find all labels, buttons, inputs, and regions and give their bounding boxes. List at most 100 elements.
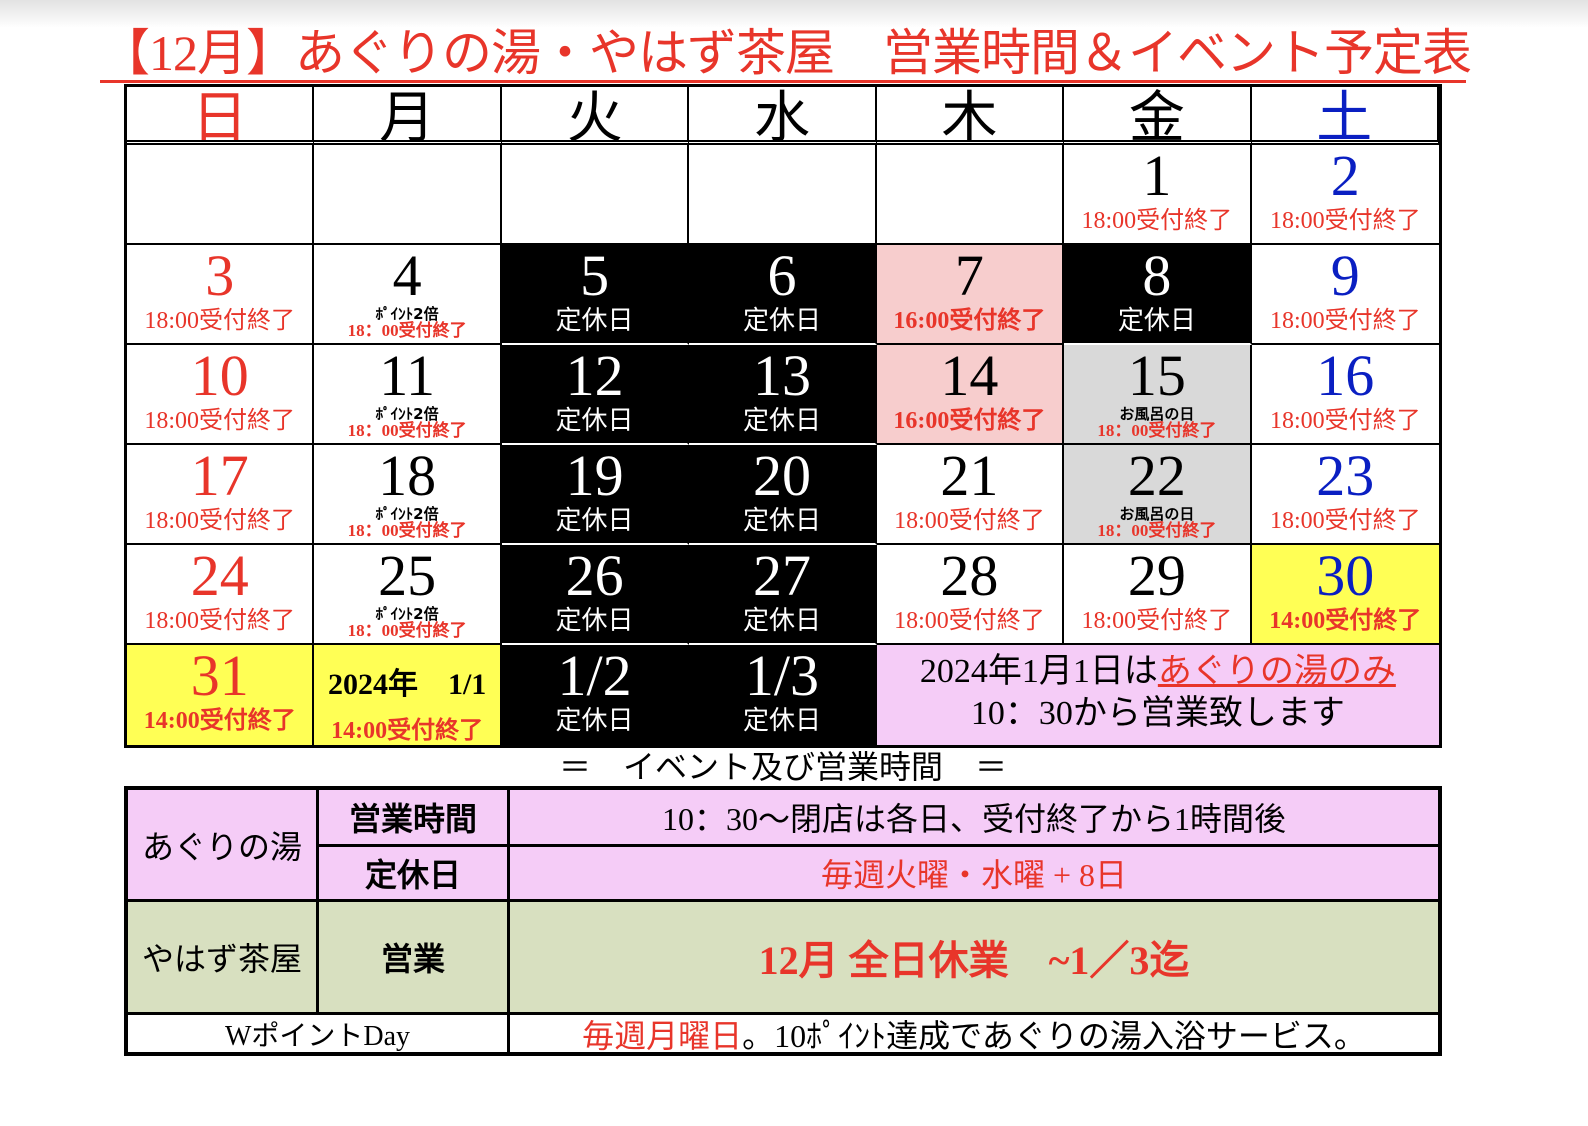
day-cell: 4 ﾎﾟｲﾝﾄ2倍 18：00受付終了 xyxy=(314,245,502,345)
closed-day-label: 定休日 xyxy=(1117,306,1196,335)
day-cell: 16 18:00受付終了 xyxy=(1251,345,1439,445)
day-cell: 23 18:00受付終了 xyxy=(1251,445,1439,545)
day-cell: 13 定休日 xyxy=(689,345,877,445)
reception-end-note: 18:00受付終了 xyxy=(894,608,1045,634)
day-cell: 22 お風呂の日 18：00受付終了 xyxy=(1064,445,1252,545)
day-number: 8 xyxy=(1142,245,1172,308)
weekday-header-mon: 月 xyxy=(314,87,502,145)
day-number: 1/2 xyxy=(557,645,632,708)
day-cell: 1 18:00受付終了 xyxy=(1064,145,1252,245)
event-label: ﾎﾟｲﾝﾄ2倍 xyxy=(375,405,439,423)
weekday-header-sun: 日 xyxy=(127,87,315,145)
day-cell-jan3: 1/3 定休日 xyxy=(689,645,877,745)
reception-end-note: 14:00受付終了 xyxy=(1269,608,1422,634)
day-cell: 21 18:00受付終了 xyxy=(876,445,1065,545)
day-cell: 26 定休日 xyxy=(501,545,690,645)
day-number: 6 xyxy=(767,245,797,308)
event-label: ﾎﾟｲﾝﾄ2倍 xyxy=(375,605,439,623)
event-label: ﾎﾟｲﾝﾄ2倍 xyxy=(375,305,439,323)
business-label: 営業 xyxy=(319,902,507,1012)
day-number: 20 xyxy=(752,445,811,508)
agri-label: あぐりの湯 xyxy=(128,790,316,899)
day-number: 26 xyxy=(565,545,624,608)
closed-day-label: 定休日 xyxy=(555,706,634,735)
day-cell: 27 定休日 xyxy=(689,545,877,645)
closed-day-label: 定休日 xyxy=(742,306,821,335)
weekday-header-fri: 金 xyxy=(1064,87,1252,145)
day-cell: 28 18:00受付終了 xyxy=(876,545,1065,645)
event-label: お風呂の日 xyxy=(1119,405,1195,423)
reception-end-note: 18：00受付終了 xyxy=(347,621,467,640)
reception-end-note: 18:00受付終了 xyxy=(144,608,296,634)
day-cell: 2 18:00受付終了 xyxy=(1251,145,1439,245)
day-number: 10 xyxy=(190,345,249,408)
day-cell xyxy=(876,145,1065,245)
day-cell xyxy=(127,145,315,245)
day-cell: 5 定休日 xyxy=(501,245,690,345)
day-cell: 11 ﾎﾟｲﾝﾄ2倍 18：00受付終了 xyxy=(314,345,502,445)
reception-end-note: 18:00受付終了 xyxy=(1269,308,1421,334)
day-number: 2 xyxy=(1330,145,1360,208)
day-cell: 6 定休日 xyxy=(689,245,877,345)
day-number: 28 xyxy=(940,545,999,608)
new-year-message-line1: 2024年1月1日はあぐりの湯のみ xyxy=(920,651,1396,693)
day-cell: 7 16:00受付終了 xyxy=(876,245,1065,345)
reception-end-note: 18：00受付終了 xyxy=(347,421,467,440)
day-number: 23 xyxy=(1316,445,1375,508)
closed-day-label: 定休日 xyxy=(742,406,821,435)
reception-end-note: 18:00受付終了 xyxy=(1269,208,1421,234)
reception-end-note: 18:00受付終了 xyxy=(144,508,296,534)
day-cell: 20 定休日 xyxy=(689,445,877,545)
closed-day-label: 定休日 xyxy=(742,706,821,735)
day-cell: 3 18:00受付終了 xyxy=(127,245,315,345)
day-cell: 9 18:00受付終了 xyxy=(1251,245,1439,345)
day-number: 27 xyxy=(752,545,811,608)
reception-end-note: 18:00受付終了 xyxy=(1081,208,1233,234)
new-year-message-line2: 10：30から営業致します xyxy=(970,695,1345,732)
day-cell: 29 18:00受付終了 xyxy=(1064,545,1252,645)
title-underline xyxy=(100,80,1466,83)
reception-end-note: 18:00受付終了 xyxy=(144,408,296,434)
weekday-header-tue: 火 xyxy=(501,87,690,145)
hours-value: 10：30～閉店は各日、受付終了から1時間後 xyxy=(510,790,1438,844)
reception-end-note: 14:00受付終了 xyxy=(331,718,484,744)
day-cell: 8 定休日 xyxy=(1064,245,1252,345)
day-cell-31: 31 14:00受付終了 xyxy=(127,645,315,745)
day-number: 11 xyxy=(379,345,436,408)
weekday-header-wed: 水 xyxy=(689,87,877,145)
day-number: 3 xyxy=(205,245,235,308)
reception-end-note: 18:00受付終了 xyxy=(1269,408,1421,434)
reception-end-note: 14:00受付終了 xyxy=(143,708,296,734)
reception-end-note: 18:00受付終了 xyxy=(1269,508,1421,534)
closed-day-label: 定休日 xyxy=(555,606,634,635)
weekday-header-thu: 木 xyxy=(876,87,1065,145)
day-number: 5 xyxy=(580,245,610,308)
day-cell-jan2: 1/2 定休日 xyxy=(501,645,690,745)
day-cell xyxy=(501,145,690,245)
reception-end-note: 16:00受付終了 xyxy=(893,408,1046,434)
wpoint-value: 毎週月曜日 。10ﾎﾟｲﾝﾄ達成であぐりの湯入浴サービス。 xyxy=(510,1015,1438,1052)
day-number: 25 xyxy=(378,545,437,608)
weekday-header-sat: 土 xyxy=(1251,87,1439,145)
closed-value: 毎週火曜・水曜 + 8日 xyxy=(510,847,1438,899)
day-number: 13 xyxy=(752,345,811,408)
reception-end-note: 16:00受付終了 xyxy=(893,308,1046,334)
day-number: 15 xyxy=(1127,345,1186,408)
day-number: 21 xyxy=(940,445,999,508)
day-number: 1 xyxy=(1142,145,1172,208)
reception-end-note: 18：00受付終了 xyxy=(1097,421,1217,440)
wpoint-value-rest: 。10ﾎﾟｲﾝﾄ達成であぐりの湯入浴サービス。 xyxy=(742,1017,1366,1053)
message-highlight: あぐりの湯のみ xyxy=(1157,653,1396,690)
closed-day-label: 定休日 xyxy=(555,406,634,435)
day-cell xyxy=(314,145,502,245)
reception-end-note: 18:00受付終了 xyxy=(144,308,296,334)
day-number: 16 xyxy=(1316,345,1375,408)
day-number: 30 xyxy=(1316,545,1375,608)
day-number: 17 xyxy=(190,445,249,508)
hours-label: 営業時間 xyxy=(319,790,507,844)
day-cell: 18 ﾎﾟｲﾝﾄ2倍 18：00受付終了 xyxy=(314,445,502,545)
reception-end-note: 18:00受付終了 xyxy=(894,508,1045,534)
closed-label: 定休日 xyxy=(319,847,507,899)
wpoint-value-red: 毎週月曜日 xyxy=(582,1017,743,1053)
reception-end-note: 18：00受付終了 xyxy=(347,521,467,540)
